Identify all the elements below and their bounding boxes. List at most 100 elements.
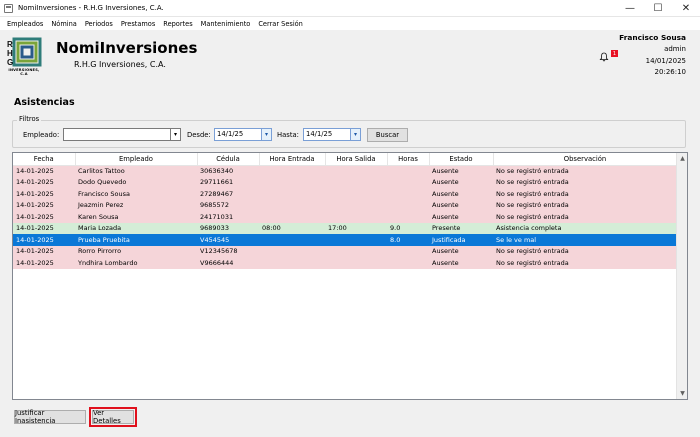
- column-header-empleado[interactable]: Empleado: [75, 153, 198, 166]
- close-button[interactable]: ✕: [672, 0, 700, 17]
- cell-cedula: 9689033: [197, 222, 259, 234]
- cell-entrada: [259, 257, 325, 269]
- cell-horas: [387, 199, 429, 211]
- cell-observacion: No se registró entrada: [493, 176, 677, 188]
- company-name: R.H.G Inversiones, C.A.: [74, 60, 166, 69]
- maximize-button[interactable]: ☐: [644, 0, 672, 17]
- cell-empleado: Dodo Quevedo: [75, 176, 197, 188]
- cell-horas: [387, 165, 429, 177]
- table-row[interactable]: 14-01-2025 Maria Lozada 9689033 08:00 17…: [13, 222, 677, 234]
- cell-estado: Ausente: [429, 165, 493, 177]
- to-date-field[interactable]: 14/1/25 ▾: [303, 128, 361, 141]
- cell-empleado: Rorro Pirrorro: [75, 245, 197, 257]
- cell-horas: [387, 245, 429, 257]
- calendar-dropdown-icon[interactable]: ▾: [261, 129, 271, 140]
- table-row[interactable]: 14-01-2025 Yndhira Lombardo V9666444 Aus…: [13, 257, 677, 269]
- cell-horas: 8.0: [387, 234, 429, 246]
- cell-estado: Ausente: [429, 211, 493, 223]
- cell-entrada: [259, 176, 325, 188]
- bell-icon[interactable]: [599, 52, 609, 62]
- menu-cerrar-sesion[interactable]: Cerrar Sesión: [254, 20, 307, 28]
- from-date-field[interactable]: 14/1/25 ▾: [214, 128, 272, 141]
- app-name: NomiInversiones: [56, 39, 198, 57]
- cell-empleado: Maria Lozada: [75, 222, 197, 234]
- cell-salida: [325, 257, 387, 269]
- cell-salida: 17:00: [325, 222, 387, 234]
- cell-observacion: No se registró entrada: [493, 257, 677, 269]
- menu-mantenimiento[interactable]: Mantenimiento: [197, 20, 255, 28]
- page-title: Asistencias: [14, 97, 75, 108]
- cell-observacion: Se le ve mal: [493, 234, 677, 246]
- cell-estado: Justificada: [429, 234, 493, 246]
- user-name: Francisco Sousa: [619, 33, 686, 42]
- cell-estado: Ausente: [429, 257, 493, 269]
- calendar-dropdown-icon[interactable]: ▾: [350, 129, 360, 140]
- cell-empleado: Yndhira Lombardo: [75, 257, 197, 269]
- column-header-fecha[interactable]: Fecha: [13, 153, 76, 166]
- column-header-estado[interactable]: Estado: [429, 153, 494, 166]
- cell-cedula: 9685572: [197, 199, 259, 211]
- column-header-observacion[interactable]: Observación: [493, 153, 678, 166]
- cell-estado: Ausente: [429, 199, 493, 211]
- cell-observacion: Asistencia completa: [493, 222, 677, 234]
- title-bar: NomiInversiones - R.H.G Inversiones, C.A…: [0, 0, 700, 17]
- justify-absence-button[interactable]: Justificar Inasistencia: [14, 409, 86, 425]
- cell-observacion: No se registró entrada: [493, 211, 677, 223]
- minimize-button[interactable]: —: [616, 0, 644, 17]
- svg-text:R: R: [7, 40, 13, 49]
- employee-select[interactable]: ▾: [63, 128, 181, 141]
- table-row-selected[interactable]: 14-01-2025 Prueba Pruebita V454545 8.0 J…: [13, 234, 677, 246]
- filters-legend: Filtros: [17, 115, 42, 123]
- table-row[interactable]: 14-01-2025 Jeazmin Perez 9685572 Ausente…: [13, 199, 677, 211]
- menu-nomina[interactable]: Nómina: [47, 20, 80, 28]
- view-details-button[interactable]: Ver Detalles: [89, 407, 137, 427]
- cell-fecha: 14-01-2025: [13, 245, 75, 257]
- menu-prestamos[interactable]: Prestamos: [117, 20, 159, 28]
- menu-empleados[interactable]: Empleados: [3, 20, 47, 28]
- cell-cedula: 30636340: [197, 165, 259, 177]
- scroll-down-icon[interactable]: ▼: [677, 388, 687, 399]
- svg-text:H: H: [7, 49, 13, 58]
- cell-salida: [325, 211, 387, 223]
- cell-salida: [325, 199, 387, 211]
- column-header-hora-entrada[interactable]: Hora Entrada: [259, 153, 326, 166]
- to-label: Hasta:: [277, 131, 299, 139]
- cell-observacion: No se registró entrada: [493, 199, 677, 211]
- cell-empleado: Jeazmin Perez: [75, 199, 197, 211]
- cell-entrada: [259, 234, 325, 246]
- column-header-cedula[interactable]: Cédula: [197, 153, 260, 166]
- cell-salida: [325, 234, 387, 246]
- table-row[interactable]: 14-01-2025 Dodo Quevedo 29711661 Ausente…: [13, 176, 677, 188]
- cell-horas: [387, 188, 429, 200]
- table-row[interactable]: 14-01-2025 Karen Sousa 24171031 Ausente …: [13, 211, 677, 223]
- cell-salida: [325, 188, 387, 200]
- menu-reportes[interactable]: Reportes: [159, 20, 196, 28]
- table-row[interactable]: 14-01-2025 Carlitos Tattoo 30636340 Ause…: [13, 165, 677, 177]
- from-date-value: 14/1/25: [217, 130, 244, 138]
- search-button[interactable]: Buscar: [367, 128, 408, 142]
- cell-entrada: 08:00: [259, 222, 325, 234]
- chevron-down-icon[interactable]: ▾: [170, 129, 180, 140]
- vertical-scrollbar[interactable]: ▲ ▼: [676, 153, 687, 399]
- cell-empleado: Francisco Sousa: [75, 188, 197, 200]
- column-header-hora-salida[interactable]: Hora Salida: [325, 153, 388, 166]
- cell-salida: [325, 165, 387, 177]
- scroll-up-icon[interactable]: ▲: [677, 153, 687, 164]
- cell-observacion: No se registró entrada: [493, 245, 677, 257]
- cell-entrada: [259, 211, 325, 223]
- menu-periodos[interactable]: Periodos: [81, 20, 117, 28]
- cell-horas: 9.0: [387, 222, 429, 234]
- cell-entrada: [259, 188, 325, 200]
- user-role: admin: [664, 45, 686, 53]
- cell-cedula: 29711661: [197, 176, 259, 188]
- attendance-table[interactable]: Fecha Empleado Cédula Hora Entrada Hora …: [12, 152, 688, 400]
- cell-fecha: 14-01-2025: [13, 199, 75, 211]
- table-row[interactable]: 14-01-2025 Francisco Sousa 27289467 Ause…: [13, 188, 677, 200]
- cell-empleado: Karen Sousa: [75, 211, 197, 223]
- cell-fecha: 14-01-2025: [13, 234, 75, 246]
- table-row[interactable]: 14-01-2025 Rorro Pirrorro V12345678 Ause…: [13, 245, 677, 257]
- window-app-icon: [4, 3, 13, 13]
- menu-bar: Empleados Nómina Periodos Prestamos Repo…: [0, 17, 700, 30]
- column-header-horas[interactable]: Horas: [387, 153, 430, 166]
- cell-entrada: [259, 245, 325, 257]
